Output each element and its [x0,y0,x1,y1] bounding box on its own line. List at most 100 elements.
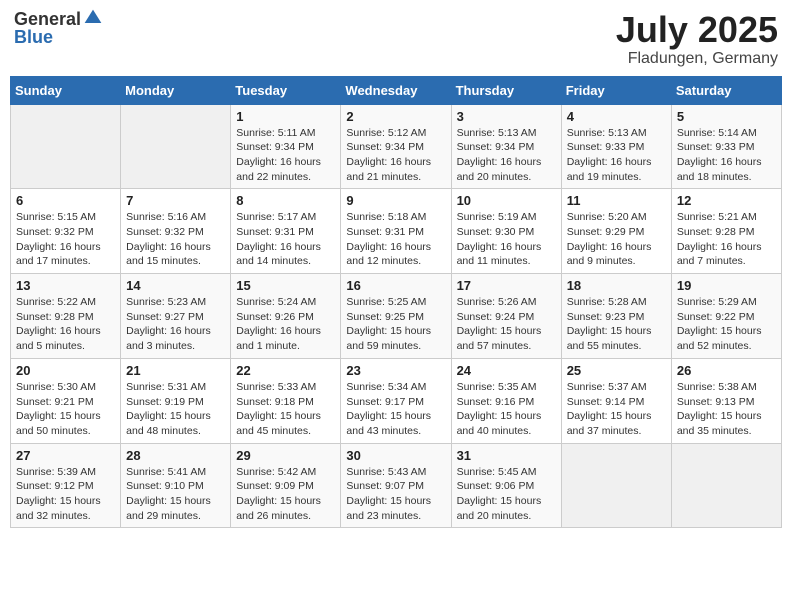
calendar-cell [121,104,231,189]
calendar-cell [11,104,121,189]
calendar-cell: 8 Sunrise: 5:17 AM Sunset: 9:31 PM Daylig… [231,189,341,274]
logo-icon [83,8,103,28]
calendar-cell: 6Sunrise: 5:15 AM Sunset: 9:32 PM Daylig… [11,189,121,274]
day-number: 7 [126,193,225,208]
cell-content: Sunrise: 5:39 AM Sunset: 9:12 PM Dayligh… [16,465,115,524]
cell-content: Sunrise: 5:11 AM Sunset: 9:34 PM Dayligh… [236,126,335,185]
calendar-week-row: 13 Sunrise: 5:22 AM Sunset: 9:28 PM Dayli… [11,274,782,359]
weekday-header: Friday [561,76,671,104]
calendar-cell: 9 Sunrise: 5:18 AM Sunset: 9:31 PM Daylig… [341,189,451,274]
cell-content: Sunrise: 5:28 AM Sunset: 9:23 PM Dayligh… [567,295,666,354]
day-number: 22 [236,363,335,378]
calendar-cell: 5 Sunrise: 5:14 AM Sunset: 9:33 PM Daylig… [671,104,781,189]
location: Fladungen, Germany [616,50,778,68]
weekday-header: Monday [121,76,231,104]
day-number: 13 [16,278,115,293]
calendar-cell: 13 Sunrise: 5:22 AM Sunset: 9:28 PM Dayli… [11,274,121,359]
calendar-cell: 19 Sunrise: 5:29 AM Sunset: 9:22 PM Dayli… [671,274,781,359]
calendar-cell: 31Sunrise: 5:45 AM Sunset: 9:06 PM Dayli… [451,443,561,528]
calendar-cell: 30 Sunrise: 5:43 AM Sunset: 9:07 PM Dayli… [341,443,451,528]
cell-content: Sunrise: 5:31 AM Sunset: 9:19 PM Dayligh… [126,380,225,439]
day-number: 10 [457,193,556,208]
day-number: 31 [457,448,556,463]
title-block: July 2025 Fladungen, Germany [616,10,778,68]
day-number: 2 [346,109,445,124]
day-number: 9 [346,193,445,208]
day-number: 26 [677,363,776,378]
day-number: 28 [126,448,225,463]
calendar-cell: 23Sunrise: 5:34 AM Sunset: 9:17 PM Dayli… [341,358,451,443]
cell-content: Sunrise: 5:20 AM Sunset: 9:29 PM Dayligh… [567,210,666,269]
weekday-header: Thursday [451,76,561,104]
cell-content: Sunrise: 5:35 AM Sunset: 9:16 PM Dayligh… [457,380,556,439]
day-number: 12 [677,193,776,208]
calendar-cell: 16Sunrise: 5:25 AM Sunset: 9:25 PM Dayli… [341,274,451,359]
cell-content: Sunrise: 5:12 AM Sunset: 9:34 PM Dayligh… [346,126,445,185]
cell-content: Sunrise: 5:29 AM Sunset: 9:22 PM Dayligh… [677,295,776,354]
cell-content: Sunrise: 5:23 AM Sunset: 9:27 PM Dayligh… [126,295,225,354]
calendar-cell: 22Sunrise: 5:33 AM Sunset: 9:18 PM Dayli… [231,358,341,443]
day-number: 21 [126,363,225,378]
cell-content: Sunrise: 5:34 AM Sunset: 9:17 PM Dayligh… [346,380,445,439]
calendar-cell: 11 Sunrise: 5:20 AM Sunset: 9:29 PM Dayli… [561,189,671,274]
calendar-cell [561,443,671,528]
cell-content: Sunrise: 5:15 AM Sunset: 9:32 PM Dayligh… [16,210,115,269]
calendar-cell: 2 Sunrise: 5:12 AM Sunset: 9:34 PM Daylig… [341,104,451,189]
cell-content: Sunrise: 5:26 AM Sunset: 9:24 PM Dayligh… [457,295,556,354]
calendar-week-row: 1Sunrise: 5:11 AM Sunset: 9:34 PM Daylig… [11,104,782,189]
calendar-cell: 24Sunrise: 5:35 AM Sunset: 9:16 PM Dayli… [451,358,561,443]
logo-general: General [14,10,81,28]
calendar-cell: 26 Sunrise: 5:38 AM Sunset: 9:13 PM Dayli… [671,358,781,443]
logo-blue: Blue [14,27,53,47]
calendar-cell: 21 Sunrise: 5:31 AM Sunset: 9:19 PM Dayli… [121,358,231,443]
cell-content: Sunrise: 5:38 AM Sunset: 9:13 PM Dayligh… [677,380,776,439]
cell-content: Sunrise: 5:16 AM Sunset: 9:32 PM Dayligh… [126,210,225,269]
cell-content: Sunrise: 5:19 AM Sunset: 9:30 PM Dayligh… [457,210,556,269]
day-number: 29 [236,448,335,463]
calendar-cell: 18 Sunrise: 5:28 AM Sunset: 9:23 PM Dayli… [561,274,671,359]
calendar-cell: 3 Sunrise: 5:13 AM Sunset: 9:34 PM Daylig… [451,104,561,189]
day-number: 14 [126,278,225,293]
cell-content: Sunrise: 5:22 AM Sunset: 9:28 PM Dayligh… [16,295,115,354]
calendar-week-row: 6Sunrise: 5:15 AM Sunset: 9:32 PM Daylig… [11,189,782,274]
weekday-header: Saturday [671,76,781,104]
cell-content: Sunrise: 5:37 AM Sunset: 9:14 PM Dayligh… [567,380,666,439]
calendar-cell: 27 Sunrise: 5:39 AM Sunset: 9:12 PM Dayli… [11,443,121,528]
cell-content: Sunrise: 5:30 AM Sunset: 9:21 PM Dayligh… [16,380,115,439]
day-number: 19 [677,278,776,293]
calendar-cell: 20 Sunrise: 5:30 AM Sunset: 9:21 PM Dayli… [11,358,121,443]
day-number: 8 [236,193,335,208]
day-number: 17 [457,278,556,293]
calendar-cell: 25Sunrise: 5:37 AM Sunset: 9:14 PM Dayli… [561,358,671,443]
day-number: 11 [567,193,666,208]
calendar-cell: 14 Sunrise: 5:23 AM Sunset: 9:27 PM Dayli… [121,274,231,359]
calendar-cell: 12Sunrise: 5:21 AM Sunset: 9:28 PM Dayli… [671,189,781,274]
day-number: 27 [16,448,115,463]
calendar-cell: 4Sunrise: 5:13 AM Sunset: 9:33 PM Daylig… [561,104,671,189]
weekday-header: Wednesday [341,76,451,104]
logo: General Blue [14,10,103,48]
cell-content: Sunrise: 5:14 AM Sunset: 9:33 PM Dayligh… [677,126,776,185]
day-number: 3 [457,109,556,124]
day-number: 5 [677,109,776,124]
cell-content: Sunrise: 5:13 AM Sunset: 9:34 PM Dayligh… [457,126,556,185]
weekday-header: Sunday [11,76,121,104]
cell-content: Sunrise: 5:43 AM Sunset: 9:07 PM Dayligh… [346,465,445,524]
cell-content: Sunrise: 5:24 AM Sunset: 9:26 PM Dayligh… [236,295,335,354]
calendar-week-row: 27 Sunrise: 5:39 AM Sunset: 9:12 PM Dayli… [11,443,782,528]
day-number: 20 [16,363,115,378]
cell-content: Sunrise: 5:41 AM Sunset: 9:10 PM Dayligh… [126,465,225,524]
cell-content: Sunrise: 5:13 AM Sunset: 9:33 PM Dayligh… [567,126,666,185]
weekday-header-row: SundayMondayTuesdayWednesdayThursdayFrid… [11,76,782,104]
day-number: 30 [346,448,445,463]
calendar-table: SundayMondayTuesdayWednesdayThursdayFrid… [10,76,782,529]
cell-content: Sunrise: 5:42 AM Sunset: 9:09 PM Dayligh… [236,465,335,524]
calendar-cell: 17 Sunrise: 5:26 AM Sunset: 9:24 PM Dayli… [451,274,561,359]
month-title: July 2025 [616,10,778,50]
day-number: 18 [567,278,666,293]
cell-content: Sunrise: 5:17 AM Sunset: 9:31 PM Dayligh… [236,210,335,269]
page-header: General Blue July 2025 Fladungen, German… [10,10,782,68]
calendar-cell: 10 Sunrise: 5:19 AM Sunset: 9:30 PM Dayli… [451,189,561,274]
cell-content: Sunrise: 5:18 AM Sunset: 9:31 PM Dayligh… [346,210,445,269]
day-number: 15 [236,278,335,293]
